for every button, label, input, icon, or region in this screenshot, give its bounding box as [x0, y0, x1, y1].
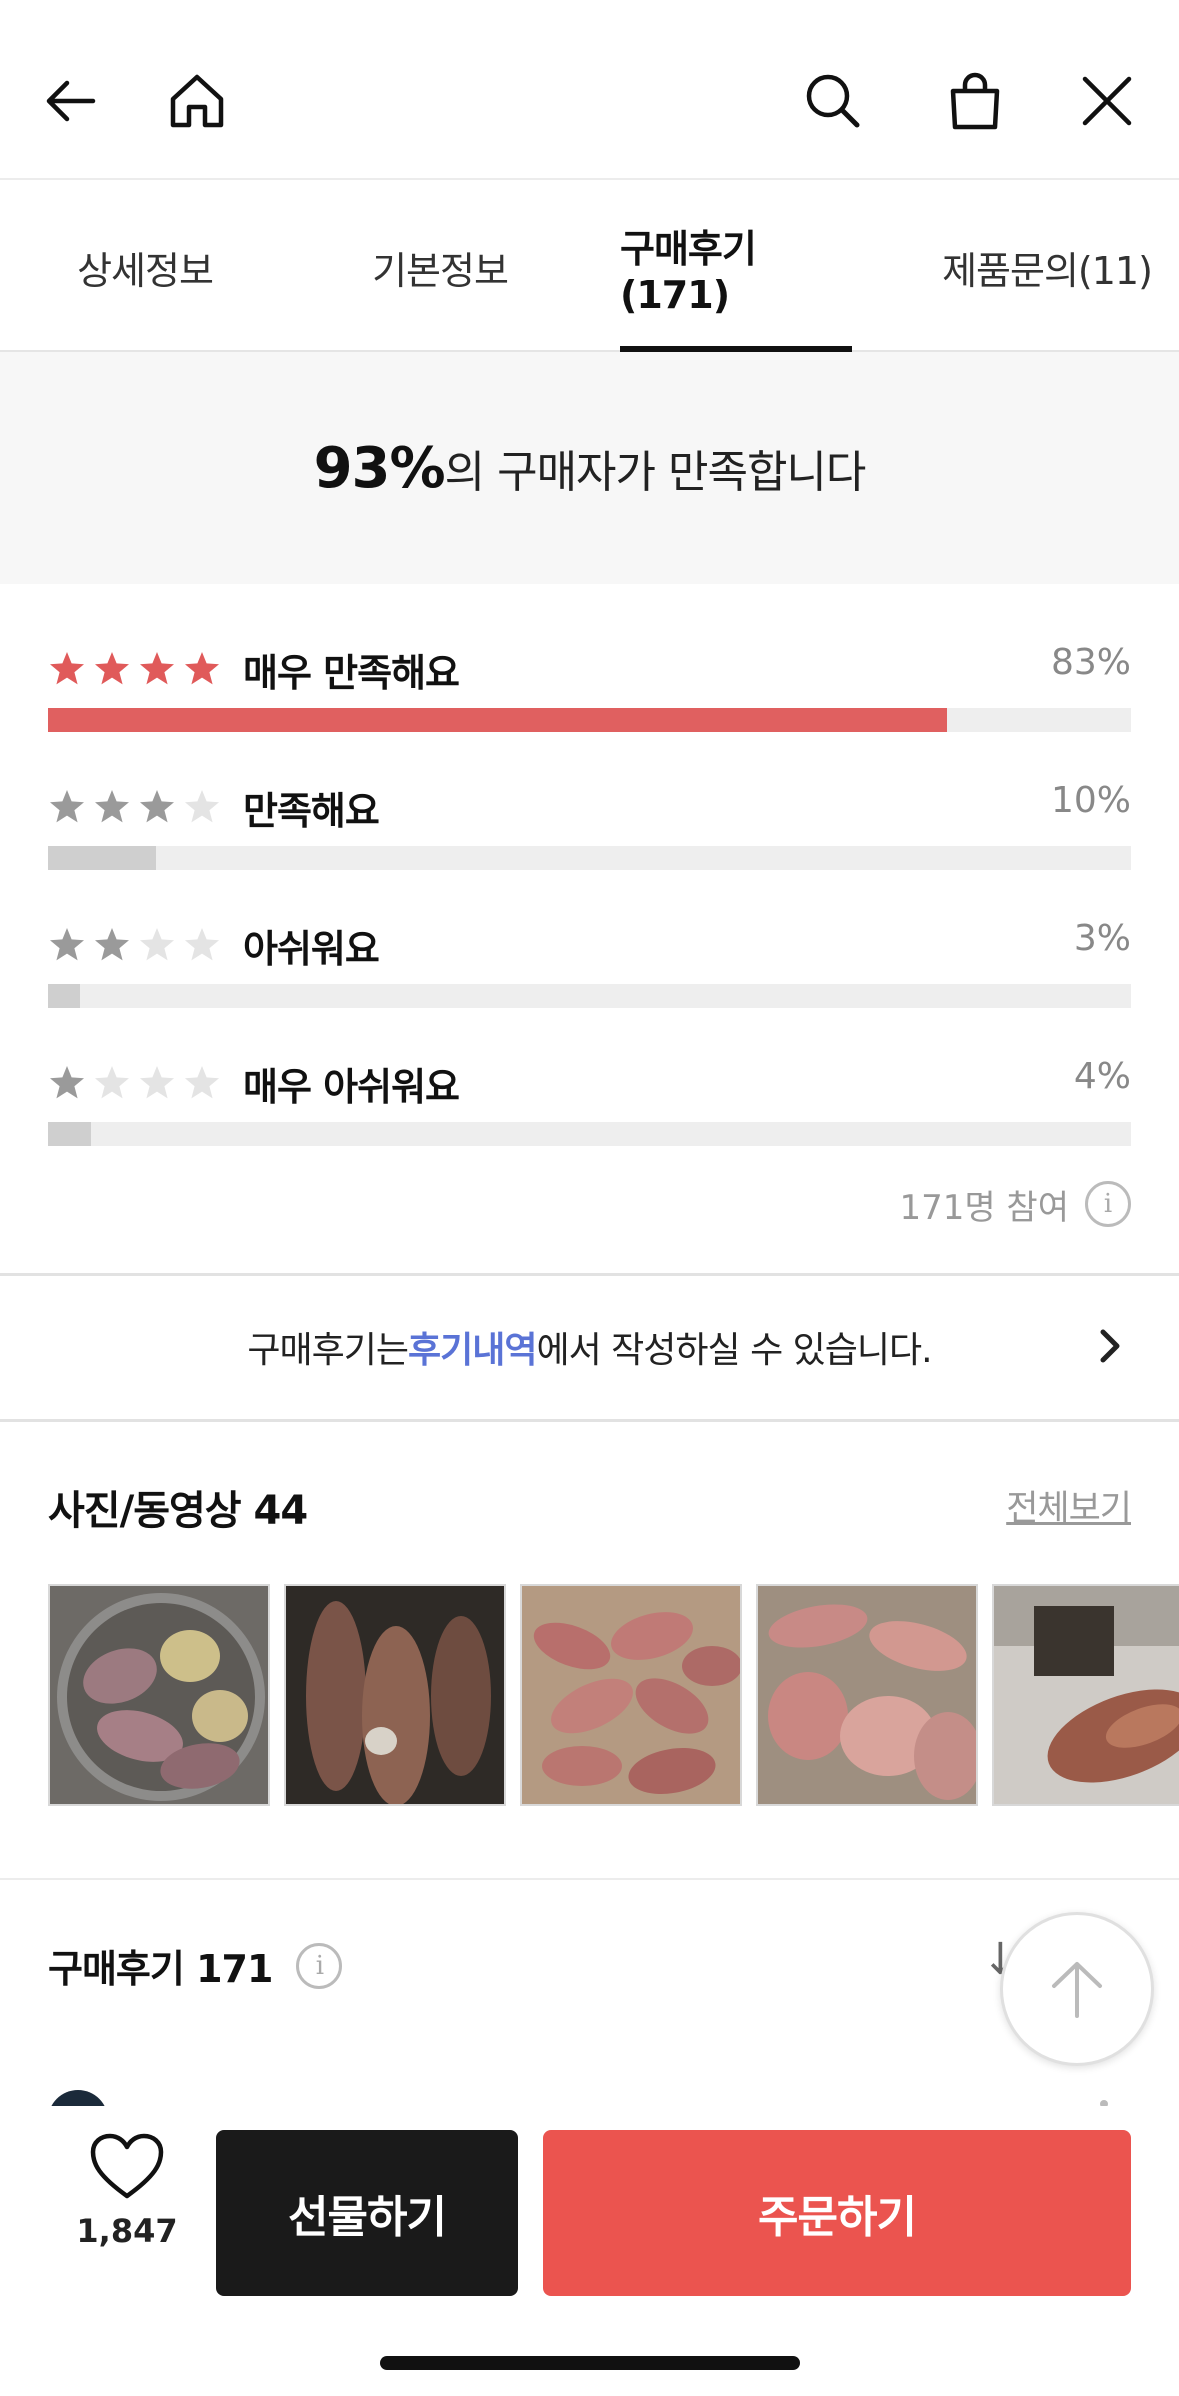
rating-label: 만족해요 — [243, 789, 380, 833]
rating-row-satisfied: 만족해요 10% — [48, 780, 1131, 870]
photo-thumbnail-strip[interactable] — [48, 1584, 1179, 1806]
rating-bar — [48, 846, 1131, 870]
search-icon[interactable] — [788, 56, 878, 146]
review-photo-thumbnail[interactable] — [992, 1584, 1179, 1806]
media-section-title: 사진/동영상 44 — [48, 1488, 308, 1534]
star-filled-icon — [95, 790, 129, 823]
rating-bar — [48, 984, 1131, 1008]
star-empty-icon — [140, 928, 174, 961]
rating-percent: 83% — [1050, 642, 1131, 683]
review-photo-thumbnail[interactable] — [756, 1584, 978, 1806]
rating-label: 매우 아쉬워요 — [243, 1065, 460, 1109]
rating-bar-fill — [48, 1122, 92, 1146]
star-empty-icon — [185, 928, 219, 961]
rating-percent: 4% — [1073, 1056, 1131, 1097]
satisfaction-banner: 93% 의 구매자가 만족합니다 — [0, 352, 1179, 584]
star-filled-icon — [185, 652, 219, 685]
bottom-action-bar: 1,847 선물하기 주문하기 — [0, 2106, 1179, 2396]
participants-count: 171명 참여 i — [899, 1176, 1131, 1232]
star-filled-icon — [50, 652, 84, 685]
close-icon[interactable] — [1062, 56, 1152, 146]
wishlist-button[interactable]: 1,847 — [62, 2132, 192, 2250]
tab-basic-info[interactable]: 기본정보 — [325, 182, 555, 352]
info-icon[interactable]: i — [1085, 1181, 1131, 1227]
star-rating — [48, 788, 221, 832]
tab-reviews[interactable]: 구매후기(171) — [620, 182, 852, 354]
back-arrow-icon[interactable] — [26, 56, 116, 146]
write-review-notice[interactable]: 구매후기는 후기내역 에서 작성하실 수 있습니다. — [0, 1276, 1179, 1418]
participants-text: 171명 참여 — [899, 1187, 1069, 1228]
rating-row-very-satisfied: 매우 만족해요 83% — [48, 642, 1131, 732]
star-filled-icon — [50, 928, 84, 961]
review-photo-thumbnail[interactable] — [520, 1584, 742, 1806]
tab-detail-info[interactable]: 상세정보 — [30, 182, 260, 352]
star-rating — [48, 926, 221, 970]
order-button[interactable]: 주문하기 — [543, 2130, 1131, 2296]
info-icon[interactable]: i — [296, 1942, 343, 1989]
star-empty-icon — [140, 1066, 174, 1099]
star-filled-icon — [95, 652, 129, 685]
tab-product-inquiry[interactable]: 제품문의(11) — [915, 182, 1179, 352]
arrow-up-icon — [1052, 1962, 1102, 2018]
reviews-header: 구매후기 171 i — [48, 1938, 343, 1993]
star-empty-icon — [185, 1066, 219, 1099]
shopping-bag-icon[interactable] — [930, 56, 1020, 146]
rating-bar — [48, 1122, 1131, 1146]
rating-percent: 10% — [1050, 780, 1131, 821]
star-empty-icon — [95, 1066, 129, 1099]
review-history-link[interactable]: 후기내역 — [408, 1321, 537, 1373]
review-photo-thumbnail[interactable] — [48, 1584, 270, 1806]
top-navigation-bar — [0, 0, 1179, 180]
star-rating — [48, 650, 221, 694]
star-filled-icon — [95, 928, 129, 961]
divider — [0, 1878, 1179, 1880]
star-empty-icon — [185, 790, 219, 823]
notice-prefix: 구매후기는 — [247, 1330, 409, 1371]
rating-percent: 3% — [1073, 918, 1131, 959]
rating-row-disappointed: 아쉬워요 3% — [48, 918, 1131, 1008]
star-filled-icon — [140, 790, 174, 823]
notice-suffix: 에서 작성하실 수 있습니다. — [536, 1330, 933, 1371]
view-all-link[interactable]: 전체보기 — [1006, 1480, 1132, 1531]
reviews-title: 구매후기 171 — [48, 1947, 273, 1991]
review-photo-thumbnail[interactable] — [284, 1584, 506, 1806]
rating-bar — [48, 708, 1131, 732]
scroll-to-top-button[interactable] — [1000, 1912, 1154, 2066]
star-filled-icon — [50, 1066, 84, 1099]
heart-icon — [90, 2133, 164, 2199]
satisfaction-percent: 93% — [313, 435, 446, 501]
chevron-right-icon[interactable] — [1091, 1318, 1131, 1374]
star-filled-icon — [140, 652, 174, 685]
rating-bar-fill — [48, 708, 947, 732]
home-indicator — [380, 2356, 800, 2370]
divider — [0, 1419, 1179, 1422]
like-count: 1,847 — [76, 2212, 178, 2250]
satisfaction-text: 의 구매자가 만족합니다 — [444, 447, 867, 498]
rating-bar-fill — [48, 846, 157, 870]
product-tabs: 상세정보 기본정보 구매후기(171) 제품문의(11) — [0, 182, 1179, 354]
rating-bar-fill — [48, 984, 81, 1008]
rating-row-very-disappointed: 매우 아쉬워요 4% — [48, 1056, 1131, 1146]
rating-label: 매우 만족해요 — [243, 651, 460, 695]
rating-label: 아쉬워요 — [243, 927, 380, 971]
star-filled-icon — [50, 790, 84, 823]
gift-button[interactable]: 선물하기 — [216, 2130, 518, 2296]
star-rating — [48, 1064, 221, 1108]
home-icon[interactable] — [152, 56, 242, 146]
